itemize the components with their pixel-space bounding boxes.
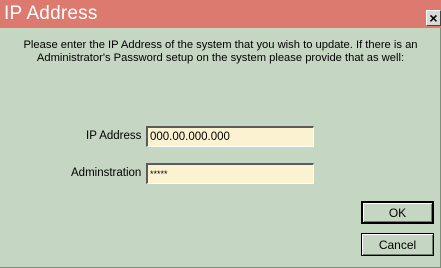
cancel-button[interactable]: Cancel xyxy=(361,233,434,256)
window-title: IP Address xyxy=(4,3,98,24)
ip-address-label: IP Address xyxy=(86,130,142,142)
ip-address-dialog: IP Address × Please enter the IP Address… xyxy=(0,0,441,268)
ok-button[interactable]: OK xyxy=(361,201,434,224)
close-button[interactable]: × xyxy=(426,10,441,26)
administration-password-input[interactable] xyxy=(146,163,314,184)
ip-address-input[interactable] xyxy=(146,126,314,147)
title-bar[interactable]: IP Address × xyxy=(0,0,441,28)
instruction-text: Please enter the IP Address of the syste… xyxy=(23,39,418,64)
administration-label: Adminstration xyxy=(71,167,142,179)
close-icon: × xyxy=(429,10,438,26)
